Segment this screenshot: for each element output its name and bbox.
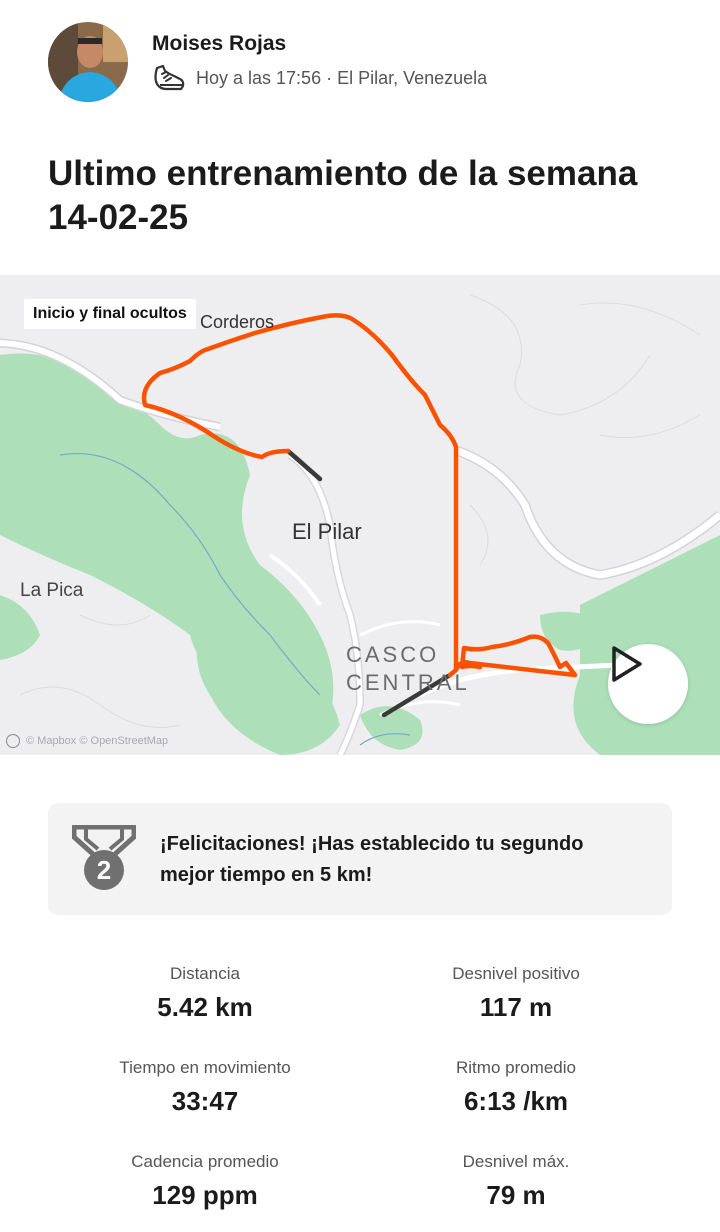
map-label-casco: CASCO [346,642,440,667]
stat-avg-pace: Ritmo promedio 6:13 /km [361,1058,671,1117]
map-label-corderos: Corderos [200,312,275,332]
stat-moving-time: Tiempo en movimiento 33:47 [50,1058,360,1117]
stat-value: 117 m [479,992,553,1022]
stat-value: 5.42 km [157,992,253,1022]
stat-label: Distancia [170,964,240,983]
privacy-badge: Inicio y final ocultos [24,299,196,329]
map-label-el-pilar: El Pilar [292,519,362,544]
stat-label: Desnivel positivo [452,964,580,983]
activity-title[interactable]: Ultimo entrenamiento de la semana 14-02-… [48,152,688,240]
stat-distance: Distancia 5.42 km [50,964,360,1023]
achievement-banner[interactable]: 2 ¡Felicitaciones! ¡Has establecido tu s… [48,803,672,915]
map-label-la-pica: La Pica [20,580,84,601]
stat-label: Cadencia promedio [131,1152,279,1171]
stat-label: Desnivel máx. [462,1152,570,1171]
activity-header: Moises Rojas Hoy a las 17:56 · El Pilar,… [0,0,720,130]
play-flyover-button[interactable] [608,644,688,724]
map-attribution[interactable]: © Mapbox © OpenStreetMap [6,734,168,748]
route-map[interactable]: Inicio y final ocultos Corderos El Pilar… [0,275,720,755]
stat-value: 129 ppm [152,1180,258,1210]
stat-value: 79 m [486,1180,546,1210]
running-shoe-icon [154,64,185,91]
stat-max-elevation: Desnivel máx. 79 m [361,1152,671,1211]
play-icon [612,646,642,682]
medal-2-icon: 2 [72,825,136,890]
map-label-casco-central: CASCO CENTRAL [346,641,470,697]
athlete-name[interactable]: Moises Rojas [152,32,286,56]
map-label-central: CENTRAL [346,670,470,695]
mapbox-logo-icon [6,734,20,748]
stat-value: 33:47 [171,1086,239,1116]
stat-label: Tiempo en movimiento [119,1058,291,1077]
achievement-text: ¡Felicitaciones! ¡Has establecido tu seg… [160,833,584,886]
stat-elevation-gain: Desnivel positivo 117 m [361,964,671,1023]
activity-time-location: Hoy a las 17:56 · El Pilar, Venezuela [196,67,488,88]
attribution-text: © Mapbox © OpenStreetMap [26,735,169,747]
stat-value: 6:13 /km [463,1086,569,1116]
stat-avg-cadence: Cadencia promedio 129 ppm [50,1152,360,1211]
activity-meta: Hoy a las 17:56 · El Pilar, Venezuela [152,62,487,94]
avatar[interactable] [48,22,128,102]
medal-rank: 2 [97,855,111,885]
stat-label: Ritmo promedio [456,1058,576,1077]
